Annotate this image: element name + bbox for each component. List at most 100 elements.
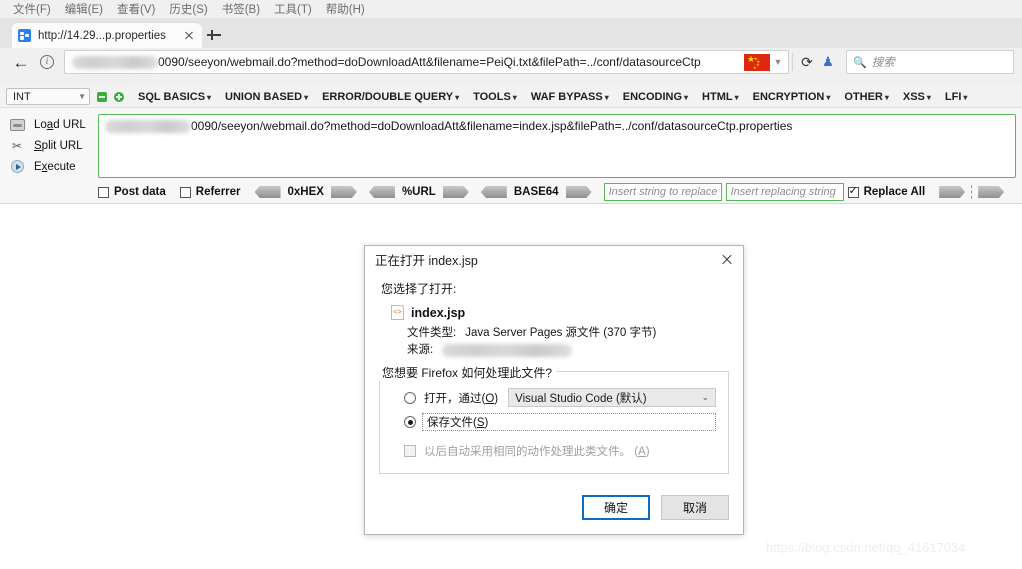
accesskey: S xyxy=(34,139,42,152)
navigation-bar: ← i 0090/seeyon/webmail.do?method=doDown… xyxy=(0,48,1022,76)
search-bar[interactable]: 🔍 搜索 xyxy=(846,50,1014,74)
hackbar-menu-encryption[interactable]: ENCRYPTION ▾ xyxy=(753,91,831,103)
chevron-down-icon: ▾ xyxy=(963,92,968,102)
url-encode-button[interactable] xyxy=(442,186,469,198)
hackbar-menu-lfi[interactable]: LFI ▾ xyxy=(945,91,968,103)
url-bar[interactable]: 0090/seeyon/webmail.do?method=doDownload… xyxy=(64,50,789,74)
referrer-checkbox[interactable] xyxy=(179,186,191,198)
hackbar-menu-html[interactable]: HTML ▾ xyxy=(702,91,739,103)
new-tab-icon[interactable] xyxy=(205,26,223,44)
reload-button[interactable]: ⟳ xyxy=(796,54,818,71)
menu-item-history[interactable]: 历史(S) xyxy=(162,1,214,17)
file-metadata: 文件类型: Java Server Pages 源文件 (370 字节) 来源: xyxy=(407,325,729,359)
chevron-down-icon[interactable]: ▼ xyxy=(771,57,785,67)
menu-item-view[interactable]: 查看(V) xyxy=(110,1,162,17)
hackbar-menu-waf-bypass[interactable]: WAF BYPASS ▾ xyxy=(531,91,609,103)
base64-converter-group: BASE64 xyxy=(480,186,592,198)
remember-choice-label: 以后自动采用相同的动作处理此类文件。 (A) xyxy=(424,443,650,459)
open-with-label-pre: 打开，通过( xyxy=(424,392,486,405)
hackbar-menu-sql-basics[interactable]: SQL BASICS ▾ xyxy=(138,91,211,103)
hackbar-menu-encoding[interactable]: ENCODING ▾ xyxy=(623,91,688,103)
filetype-value: Java Server Pages 源文件 (370 字节) xyxy=(465,327,657,339)
load-url-action[interactable]: Load URL xyxy=(6,114,92,135)
hackbar-actions: Load URL ✂ Split URL Execute xyxy=(6,114,92,177)
accesskey: S xyxy=(476,417,485,429)
browser-tab[interactable]: http://14.29...p.properties xyxy=(12,22,202,48)
replace-all-checkbox[interactable] xyxy=(847,185,859,198)
accesskey: a xyxy=(46,118,54,131)
file-summary: <> index.jsp xyxy=(391,305,729,320)
flag-icon[interactable]: ★ ★ ★ ★ ★ xyxy=(744,53,770,71)
page-info-button[interactable]: i xyxy=(34,49,60,75)
split-url-label: Split URL xyxy=(34,139,83,152)
extra-apply-button[interactable] xyxy=(978,186,1005,198)
chevron-down-icon: ▾ xyxy=(884,92,889,102)
back-button[interactable]: ← xyxy=(8,49,34,75)
replace-from-input[interactable]: Insert string to replace xyxy=(603,183,722,201)
search-icon: 🔍 xyxy=(853,56,867,69)
option-remember-choice[interactable]: 以后自动采用相同的动作处理此类文件。 (A) xyxy=(392,443,716,459)
hex-encode-button[interactable] xyxy=(330,186,357,198)
dialog-lead-text: 您选择了打开: xyxy=(381,282,457,296)
save-file-label-post: ) xyxy=(484,417,489,429)
source-key: 来源: xyxy=(407,344,434,356)
hex-converter-group: 0xHEX xyxy=(254,186,357,198)
application-select-value: Visual Studio Code (默认) xyxy=(515,392,647,405)
post-data-label: Post data xyxy=(114,186,166,198)
hackbar-menu-error-double-query[interactable]: ERROR/DOUBLE QUERY ▾ xyxy=(322,91,459,103)
replace-from-placeholder: Insert string to replace xyxy=(608,186,718,198)
menu-item-help[interactable]: 帮助(H) xyxy=(319,1,372,17)
save-file-label: 保存文件(S) xyxy=(427,414,488,430)
menu-label: LFI xyxy=(944,90,962,103)
menu-item-bookmarks[interactable]: 书签(B) xyxy=(215,1,267,17)
ok-button[interactable]: 确定 xyxy=(582,495,650,520)
hex-decode-button[interactable] xyxy=(254,186,281,198)
save-file-label-pre: 保存文件( xyxy=(427,417,477,429)
close-icon[interactable] xyxy=(182,29,196,43)
add-icon[interactable] xyxy=(114,91,124,102)
remove-icon[interactable] xyxy=(97,91,107,102)
menu-label: ENCODING xyxy=(622,90,683,103)
filetype-key: 文件类型: xyxy=(407,327,457,339)
redacted-source xyxy=(442,344,573,357)
hackbar-menu-union-based[interactable]: UNION BASED ▾ xyxy=(225,91,308,103)
replace-to-placeholder: Insert replacing string xyxy=(730,186,836,198)
base64-decode-button[interactable] xyxy=(480,186,507,198)
execute-action[interactable]: Execute xyxy=(6,156,92,177)
search-placeholder: 搜索 xyxy=(871,57,895,69)
browser-chrome: 文件(F) 编辑(E) 查看(V) 历史(S) 书签(B) 工具(T) 帮助(H… xyxy=(0,0,1022,204)
post-data-checkbox[interactable] xyxy=(98,186,109,198)
split-url-action[interactable]: ✂ Split URL xyxy=(6,135,92,156)
url-decode-button[interactable] xyxy=(368,186,395,198)
option-open-with[interactable]: 打开，通过(O) Visual Studio Code (默认) ⌄ xyxy=(392,388,716,407)
option-save-file[interactable]: 保存文件(S) xyxy=(392,413,716,431)
hackbar-menu-xss[interactable]: XSS ▾ xyxy=(903,91,931,103)
chevron-down-icon: ▾ xyxy=(826,92,831,102)
url-textarea[interactable]: 0090/seeyon/webmail.do?method=doDownload… xyxy=(98,114,1016,178)
menu-label: OTHER xyxy=(844,90,883,103)
hackbar-menu-tools[interactable]: TOOLS ▾ xyxy=(473,91,517,103)
menu-item-file[interactable]: 文件(F) xyxy=(6,1,58,17)
menu-item-edit[interactable]: 编辑(E) xyxy=(58,1,110,17)
open-file-dialog: 正在打开 index.jsp 您选择了打开: <> index.jsp 文件类型… xyxy=(364,245,744,535)
save-file-radio[interactable] xyxy=(404,416,416,428)
close-icon[interactable] xyxy=(717,249,737,269)
base64-encode-button[interactable] xyxy=(565,186,592,198)
hackbar-body: Load URL ✂ Split URL Execute 0090/seeyon… xyxy=(0,108,1022,204)
application-select[interactable]: Visual Studio Code (默认) ⌄ xyxy=(508,388,716,407)
replace-all-label: Replace All xyxy=(863,186,926,198)
extension-icon[interactable]: ♟ xyxy=(818,54,838,70)
hackbar-menu-other[interactable]: OTHER ▾ xyxy=(844,91,889,103)
hex-label: 0xHEX xyxy=(287,186,324,198)
open-with-radio[interactable] xyxy=(404,391,416,404)
menu-item-tools[interactable]: 工具(T) xyxy=(267,1,319,17)
replace-apply-button[interactable] xyxy=(939,186,966,198)
execute-label: Execute xyxy=(34,160,76,173)
accesskey: O xyxy=(485,392,495,405)
cancel-button[interactable]: 取消 xyxy=(661,495,729,520)
file-name: index.jsp xyxy=(411,305,466,320)
remember-choice-checkbox[interactable] xyxy=(404,445,416,457)
type-select[interactable]: INT ▼ xyxy=(6,88,90,105)
replace-to-input[interactable]: Insert replacing string xyxy=(725,183,844,201)
play-icon xyxy=(6,159,28,175)
